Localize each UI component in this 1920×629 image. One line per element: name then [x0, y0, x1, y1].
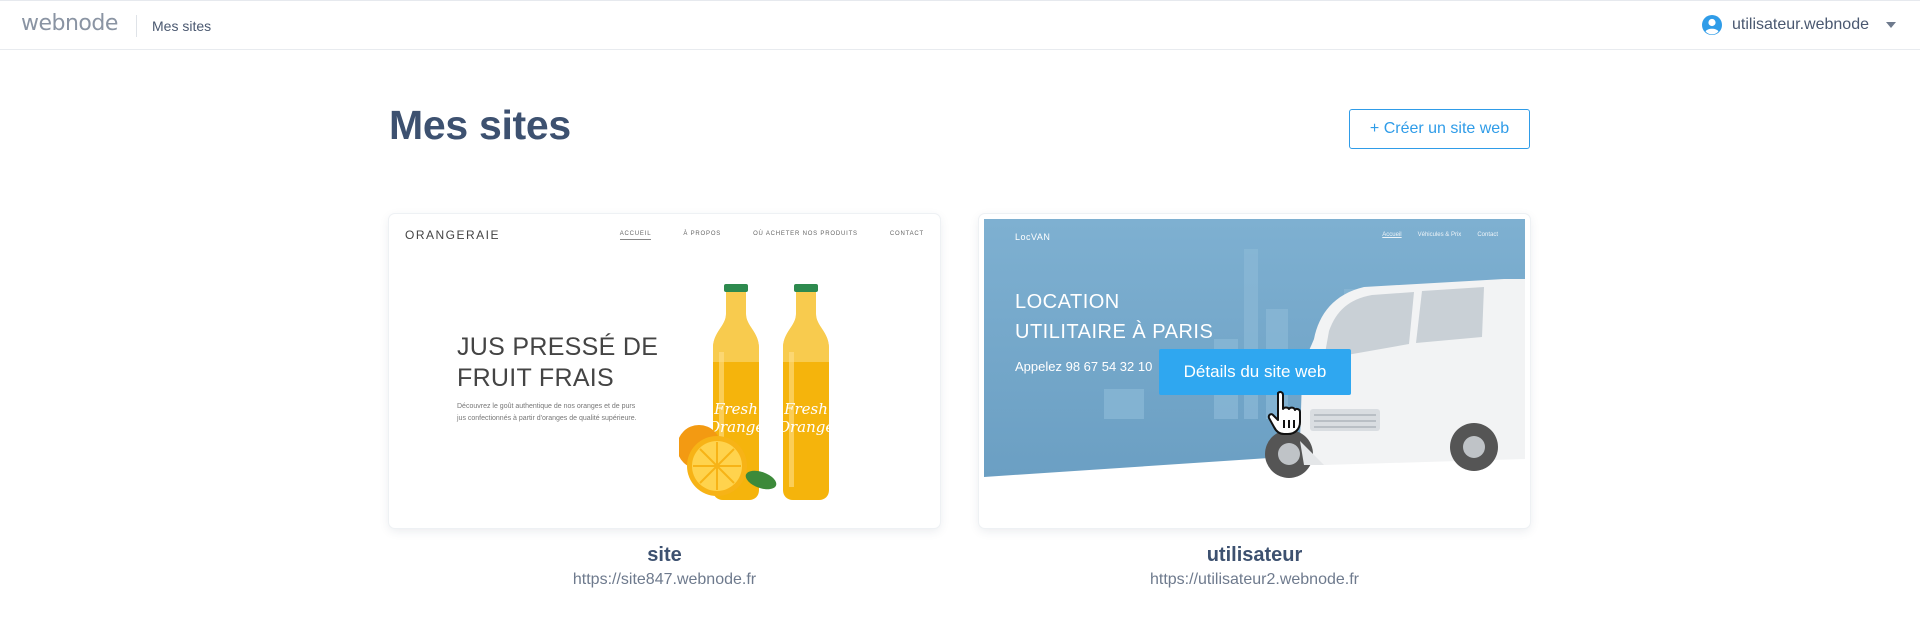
preview-subtext-line: jus confectionnés à partir d'oranges de …	[457, 415, 637, 422]
preview-subtext: Découvrez le goût authentique de nos ora…	[457, 401, 657, 425]
chevron-down-icon	[1886, 22, 1896, 28]
preview-headline-line: UTILITAIRE À PARIS	[1015, 321, 1214, 343]
preview-nav-item: Accueil	[1382, 232, 1402, 238]
preview-headline-line: LOCATION	[1015, 291, 1120, 313]
preview-brand: LocVAN	[1015, 232, 1051, 242]
preview-nav-item: ACCUEIL	[619, 231, 652, 240]
page-title: Mes sites	[389, 102, 571, 148]
preview-nav-item: Contact	[1477, 232, 1498, 238]
site-card-utilisateur[interactable]: LocVAN Accueil Véhicules & Prix Contact …	[979, 214, 1530, 528]
preview-headline: JUS PRESSÉ DE FRUIT FRAIS	[457, 332, 658, 394]
juice-bottles-illustration: Fresh Orange Fresh Orange	[679, 284, 835, 500]
user-avatar-icon	[1702, 15, 1723, 35]
preview-brand: ORANGERAIE	[405, 228, 501, 242]
topbar-divider	[136, 15, 137, 37]
nav-link-mes-sites[interactable]: Mes sites	[152, 18, 211, 34]
user-menu[interactable]: utilisateur.webnode	[1701, 14, 1896, 36]
site-url[interactable]: https://site847.webnode.fr	[389, 571, 940, 589]
webnode-logo[interactable]: webnode	[21, 11, 118, 36]
preview-nav: Accueil Véhicules & Prix Contact	[1382, 232, 1498, 238]
site-card-site[interactable]: ORANGERAIE ACCUEIL À PROPOS OÙ ACHETER N…	[389, 214, 940, 528]
top-bar: webnode Mes sites utilisateur.webnode	[0, 0, 1920, 50]
preview-nav: ACCUEIL À PROPOS OÙ ACHETER NOS PRODUITS…	[619, 231, 924, 240]
site-name[interactable]: utilisateur	[979, 544, 1530, 567]
preview-headline: LOCATION UTILITAIRE À PARIS	[1015, 287, 1213, 347]
preview-headline-line: JUS PRESSÉ DE	[457, 333, 659, 361]
preview-nav-item: OÙ ACHETER NOS PRODUITS	[753, 231, 858, 237]
preview-headline-line: FRUIT FRAIS	[457, 364, 615, 392]
username: utilisateur.webnode	[1732, 16, 1869, 33]
preview-subtext-line: Découvrez le goût authentique de nos ora…	[457, 403, 636, 410]
hand-pointer-icon	[1267, 390, 1301, 435]
bottle-label: Orange	[708, 418, 765, 436]
bottle-label: Fresh	[783, 400, 828, 418]
bottle-label: Fresh	[713, 400, 758, 418]
site-details-button[interactable]: Détails du site web	[1159, 349, 1351, 395]
preview-nav-item: CONTACT	[889, 231, 924, 237]
site-name[interactable]: site	[389, 544, 940, 567]
preview-nav-item: Véhicules & Prix	[1417, 232, 1462, 238]
preview-phone: Appelez 98 67 54 32 10	[1015, 359, 1153, 374]
bottle-label: Orange	[778, 418, 835, 436]
site-url[interactable]: https://utilisateur2.webnode.fr	[979, 571, 1530, 589]
create-website-button[interactable]: + Créer un site web	[1349, 109, 1530, 149]
preview-nav-item: À PROPOS	[683, 231, 722, 237]
